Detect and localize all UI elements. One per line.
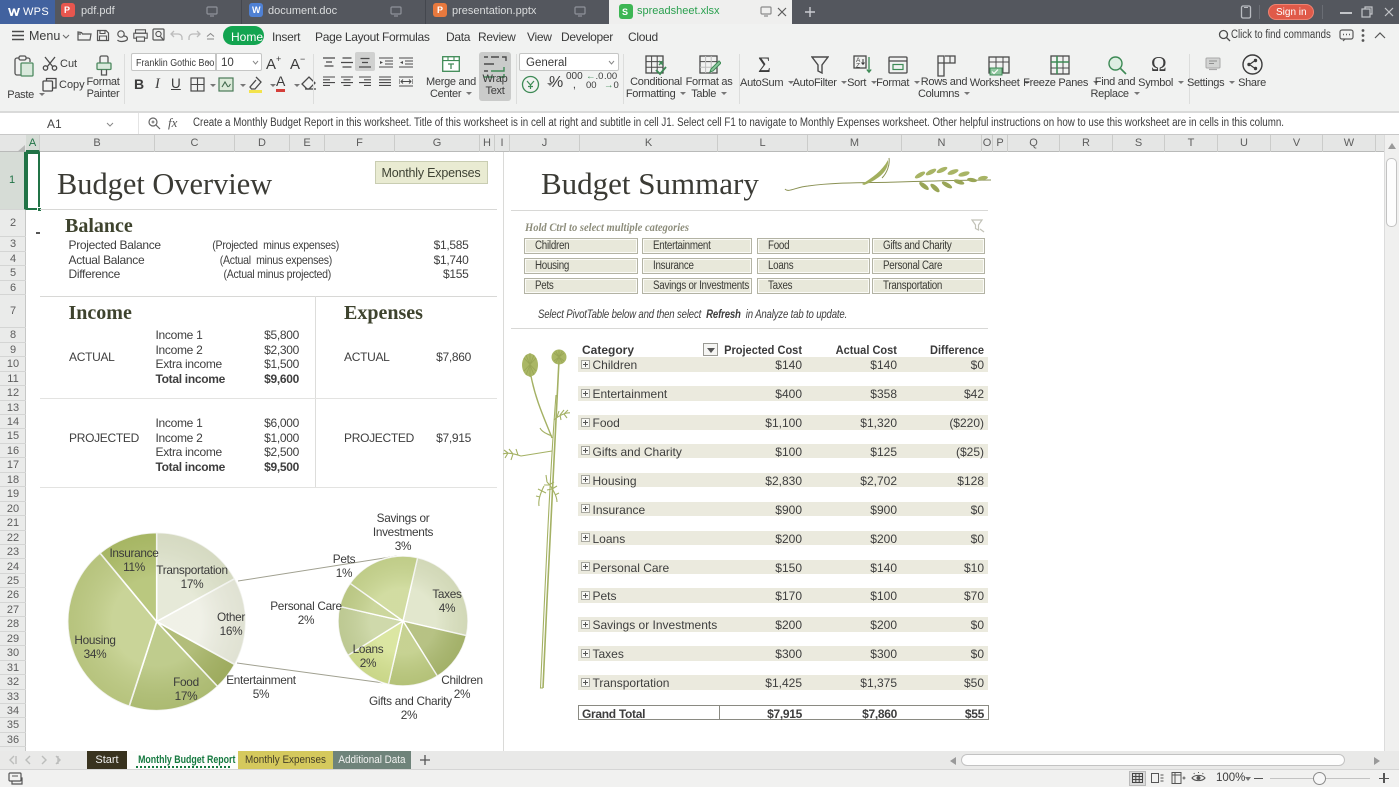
svg-text:Z: Z [856, 63, 860, 70]
